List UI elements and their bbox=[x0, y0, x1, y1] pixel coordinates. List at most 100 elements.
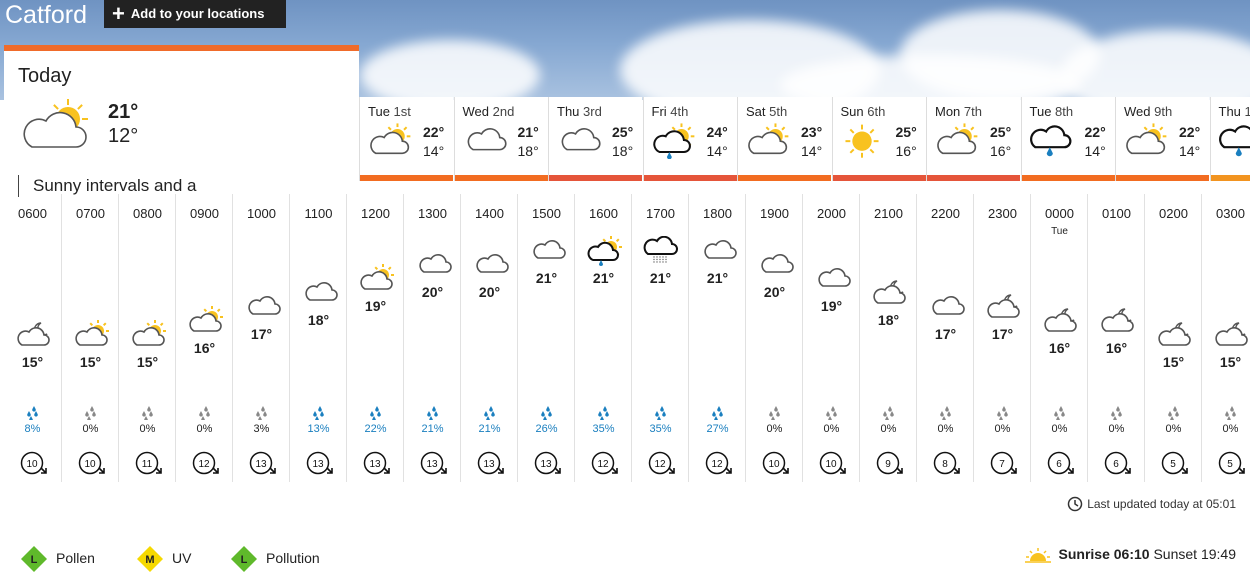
hour-temperature: 19° bbox=[364, 298, 387, 314]
wind-speed: 12 bbox=[597, 459, 609, 470]
hour-time: 1800 bbox=[703, 206, 732, 221]
cloud-icon bbox=[699, 236, 737, 266]
hour-column[interactable]: 1000 17° 3% 13 bbox=[232, 194, 289, 482]
last-updated: Last updated today at 05:01 bbox=[1067, 496, 1236, 512]
wind-arrow-icon: 13 bbox=[477, 450, 504, 476]
wind-arrow-icon: 12 bbox=[591, 450, 618, 476]
day-tab[interactable]: Tue 8th 22° 14° bbox=[1020, 97, 1115, 181]
day-tab[interactable]: Sat 5th 23° 14° bbox=[737, 97, 831, 181]
indicator-pollen[interactable]: L Pollen bbox=[20, 544, 95, 573]
hour-column[interactable]: 1100 18° 13% 13 bbox=[289, 194, 346, 482]
hour-column[interactable]: 1300 20° 21% 13 bbox=[403, 194, 460, 482]
hour-column[interactable]: 1500 21° 26% 13 bbox=[517, 194, 574, 482]
hour-rain-chance: 0% bbox=[1051, 423, 1068, 435]
day-tab[interactable]: Mon 7th 25° 16° bbox=[926, 97, 1020, 181]
hour-column[interactable]: 1900 20° 0% 10 bbox=[745, 194, 802, 482]
wind-arrow-icon: 10 bbox=[78, 450, 105, 476]
day-tab-low: 18° bbox=[612, 143, 634, 159]
hour-column[interactable]: 1700 21° 35% 12 bbox=[631, 194, 688, 482]
raindrops-icon bbox=[1108, 404, 1126, 422]
hour-temperature: 20° bbox=[478, 284, 501, 300]
day-tab[interactable]: Wed 9th 22° 14° bbox=[1115, 97, 1209, 181]
moon-cloud-icon bbox=[870, 278, 908, 308]
wind-speed: 10 bbox=[768, 459, 780, 470]
day-tab[interactable]: Thu 10 bbox=[1209, 97, 1250, 181]
today-high: 21° bbox=[108, 101, 139, 123]
hour-rain-chance: 35% bbox=[592, 423, 615, 435]
day-tab-high: 22° bbox=[1084, 124, 1106, 140]
day-tab-high: 25° bbox=[612, 124, 634, 140]
wind-speed: 13 bbox=[426, 459, 438, 470]
hour-column[interactable]: 1800 21° 27% 12 bbox=[688, 194, 745, 482]
sunrise-label: Sunrise bbox=[1058, 546, 1110, 562]
hour-column[interactable]: 0600 15° 8% 10 bbox=[4, 194, 61, 482]
day-tab-high: 22° bbox=[1179, 124, 1201, 140]
hour-temperature: 16° bbox=[1105, 340, 1128, 356]
raindrops-icon bbox=[310, 404, 328, 422]
day-tab-high: 25° bbox=[990, 124, 1012, 140]
hour-temperature: 21° bbox=[592, 270, 615, 286]
wind-arrow-icon: 13 bbox=[249, 450, 276, 476]
hour-time: 1700 bbox=[646, 206, 675, 221]
wind-arrow-icon: 12 bbox=[192, 450, 219, 476]
hour-temperature: 16° bbox=[1048, 340, 1071, 356]
hour-time: 0700 bbox=[76, 206, 105, 221]
day-tab-name: Wed 9th bbox=[1124, 104, 1173, 119]
day-temperature-bar bbox=[643, 175, 737, 181]
wind-speed: 11 bbox=[142, 459, 153, 470]
hour-column[interactable]: 1600 21° 35% 12 bbox=[574, 194, 631, 482]
hour-time: 1100 bbox=[304, 206, 333, 221]
hour-column[interactable]: 0900 16° 0% 12 bbox=[175, 194, 232, 482]
day-tab[interactable]: Tue 1st 22° 14° bbox=[359, 97, 453, 181]
hour-column[interactable]: 0200 15° 0% 5 bbox=[1144, 194, 1201, 482]
day-tab[interactable]: Fri 4th 24° 14° bbox=[642, 97, 737, 181]
hour-time: 2200 bbox=[931, 206, 960, 221]
hour-column[interactable]: 2100 18° 0% 9 bbox=[859, 194, 916, 482]
hour-rain-chance: 0% bbox=[1222, 423, 1239, 435]
sunny-intervals-icon bbox=[744, 123, 790, 164]
day-tab-name: Wed 2nd bbox=[462, 104, 515, 119]
hour-column[interactable]: 1400 20° 21% 13 bbox=[460, 194, 517, 482]
hour-column[interactable]: 2300 17° 0% 7 bbox=[973, 194, 1030, 482]
cloud-icon bbox=[300, 278, 338, 308]
moon-cloud-icon bbox=[14, 320, 52, 350]
hour-column[interactable]: 0800 15° 0% 11 bbox=[118, 194, 175, 482]
day-tab[interactable]: Wed 2nd 21° 18° bbox=[453, 97, 548, 181]
hour-time: 0900 bbox=[190, 206, 219, 221]
day-tab-high: 23° bbox=[801, 124, 823, 140]
cloud-icon bbox=[813, 264, 851, 294]
indicator-pollution[interactable]: L Pollution bbox=[230, 544, 320, 573]
cloud-icon bbox=[555, 123, 601, 164]
sun-shower-icon bbox=[585, 236, 623, 266]
hour-temperature: 15° bbox=[1219, 354, 1242, 370]
day-tab[interactable]: Sun 6th 25° 16° bbox=[831, 97, 926, 181]
today-card[interactable]: Today 21° 12° Sunny intervals and a bbox=[4, 45, 359, 197]
hour-column[interactable]: 0300 15° 0% 5 bbox=[1201, 194, 1250, 482]
wind-speed: 13 bbox=[312, 459, 324, 470]
indicator-uv[interactable]: M UV bbox=[136, 544, 192, 573]
add-location-button[interactable]: + Add to your locations bbox=[104, 0, 286, 28]
hour-rain-chance: 27% bbox=[706, 423, 729, 435]
wind-speed: 13 bbox=[255, 459, 267, 470]
day-tab[interactable]: Thu 3rd 25° 18° bbox=[548, 97, 642, 181]
sunny-intervals-icon bbox=[357, 264, 395, 294]
wind-speed: 5 bbox=[1170, 459, 1176, 470]
hour-column[interactable]: 2000 19° 0% 10 bbox=[802, 194, 859, 482]
hour-rain-chance: 0% bbox=[1108, 423, 1125, 435]
wind-arrow-icon: 10 bbox=[762, 450, 789, 476]
hour-rain-chance: 0% bbox=[1165, 423, 1182, 435]
day-tab-low: 14° bbox=[423, 143, 445, 159]
raindrops-icon bbox=[1165, 404, 1183, 422]
hour-column[interactable]: 2200 17° 0% 8 bbox=[916, 194, 973, 482]
hour-column[interactable]: 0100 16° 0% 6 bbox=[1087, 194, 1144, 482]
hour-rain-chance: 0% bbox=[880, 423, 897, 435]
hour-column[interactable]: 0000 Tue 16° 0% 6 bbox=[1030, 194, 1087, 482]
hour-time: 0800 bbox=[133, 206, 162, 221]
cloud-icon bbox=[471, 250, 509, 280]
indicator-label: UV bbox=[172, 550, 192, 566]
hour-rain-chance: 21% bbox=[421, 423, 444, 435]
hour-column[interactable]: 1200 19° 22% 13 bbox=[346, 194, 403, 482]
hour-column[interactable]: 0700 15° 0% 10 bbox=[61, 194, 118, 482]
sunny-intervals-icon bbox=[1122, 123, 1168, 164]
raindrops-icon bbox=[937, 404, 955, 422]
